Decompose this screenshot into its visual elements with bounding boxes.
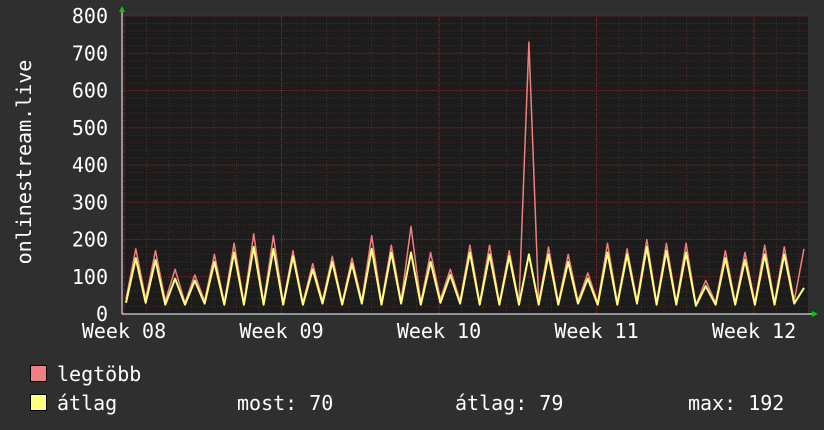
x-tick-label: Week 08 bbox=[82, 319, 166, 343]
legend-swatch-avg bbox=[30, 394, 47, 411]
y-tick-label: 200 bbox=[72, 228, 108, 252]
legend-label-avg: átlag bbox=[57, 391, 118, 415]
legend-swatch-max bbox=[30, 365, 47, 382]
x-tick-label: Week 10 bbox=[397, 319, 481, 343]
legend-item-avg: átlag bbox=[30, 391, 117, 415]
x-tick-label: Week 12 bbox=[712, 319, 796, 343]
y-tick-label: 800 bbox=[72, 4, 108, 28]
stat-now: most: 70 bbox=[237, 391, 334, 415]
y-axis-label: onlinestream.live bbox=[12, 59, 36, 265]
x-tick-label: Week 09 bbox=[239, 319, 323, 343]
stat-max: max: 192 bbox=[688, 391, 785, 415]
y-tick-label: 400 bbox=[72, 153, 108, 177]
y-tick-label: 500 bbox=[72, 116, 108, 140]
y-tick-label: 600 bbox=[72, 79, 108, 103]
legend-label-max: legtöbb bbox=[57, 362, 142, 386]
legend-item-max: legtöbb bbox=[30, 362, 141, 386]
stat-avg: átlag: 79 bbox=[455, 391, 564, 415]
y-tick-label: 700 bbox=[72, 41, 108, 65]
y-axis-arrow bbox=[119, 6, 125, 12]
y-tick-label: 100 bbox=[72, 265, 108, 289]
y-tick-label: 300 bbox=[72, 190, 108, 214]
x-axis-arrow bbox=[812, 311, 818, 317]
x-tick-label: Week 11 bbox=[554, 319, 638, 343]
